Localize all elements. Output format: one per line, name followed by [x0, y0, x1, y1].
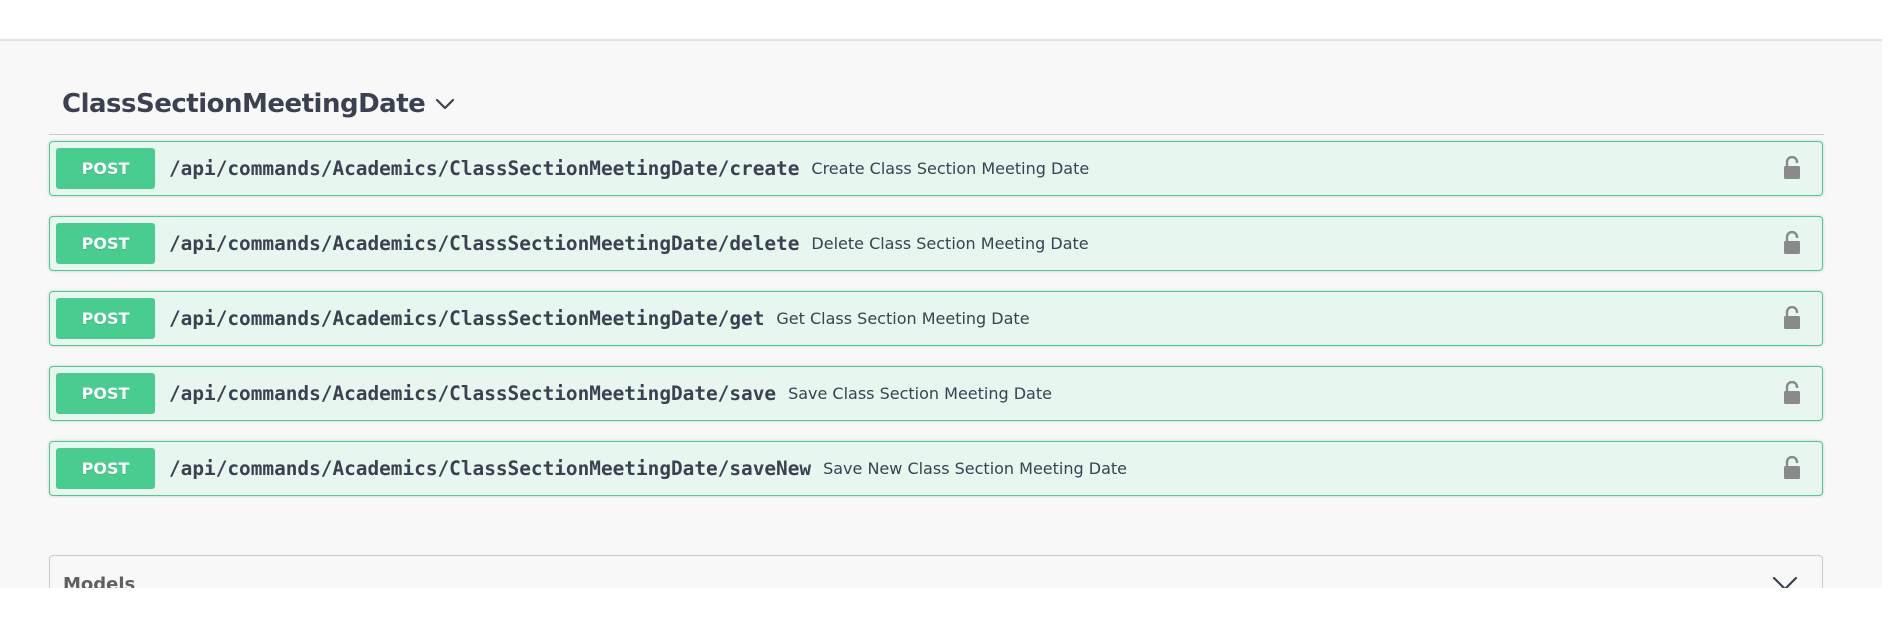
page-footer-strip	[0, 588, 1898, 619]
api-content: ClassSectionMeetingDate POST /api/comman…	[0, 41, 1882, 588]
operation-path: /api/commands/Academics/ClassSectionMeet…	[169, 457, 812, 480]
unlock-icon[interactable]	[1783, 380, 1801, 405]
models-title: Models	[63, 574, 136, 588]
operation-get[interactable]: POST /api/commands/Academics/ClassSectio…	[49, 291, 1823, 346]
operation-summary: Save New Class Section Meeting Date	[823, 459, 1127, 478]
operation-create[interactable]: POST /api/commands/Academics/ClassSectio…	[49, 141, 1823, 196]
operation-save-new[interactable]: POST /api/commands/Academics/ClassSectio…	[49, 441, 1823, 496]
operation-path: /api/commands/Academics/ClassSectionMeet…	[169, 232, 800, 255]
operation-path: /api/commands/Academics/ClassSectionMeet…	[169, 157, 800, 180]
operation-summary: Save Class Section Meeting Date	[788, 384, 1052, 403]
chevron-down-icon[interactable]	[435, 93, 457, 115]
method-badge: POST	[56, 223, 155, 264]
operation-save[interactable]: POST /api/commands/Academics/ClassSectio…	[49, 366, 1823, 421]
operation-path: /api/commands/Academics/ClassSectionMeet…	[169, 307, 765, 330]
unlock-icon[interactable]	[1783, 155, 1801, 180]
method-badge: POST	[56, 148, 155, 189]
chevron-down-icon[interactable]	[1772, 576, 1798, 588]
operation-summary: Delete Class Section Meeting Date	[811, 234, 1089, 253]
operation-summary: Get Class Section Meeting Date	[776, 309, 1030, 328]
unlock-icon[interactable]	[1783, 230, 1801, 255]
models-section[interactable]: Models	[49, 555, 1823, 588]
operation-delete[interactable]: POST /api/commands/Academics/ClassSectio…	[49, 216, 1823, 271]
unlock-icon[interactable]	[1783, 305, 1801, 330]
tag-section-header[interactable]: ClassSectionMeetingDate	[49, 74, 1824, 135]
top-bar	[0, 0, 1882, 41]
tag-title: ClassSectionMeetingDate	[62, 89, 426, 119]
operation-summary: Create Class Section Meeting Date	[811, 159, 1090, 178]
method-badge: POST	[56, 373, 155, 414]
method-badge: POST	[56, 298, 155, 339]
method-badge: POST	[56, 448, 155, 489]
unlock-icon[interactable]	[1783, 455, 1801, 480]
operation-path: /api/commands/Academics/ClassSectionMeet…	[169, 382, 777, 405]
